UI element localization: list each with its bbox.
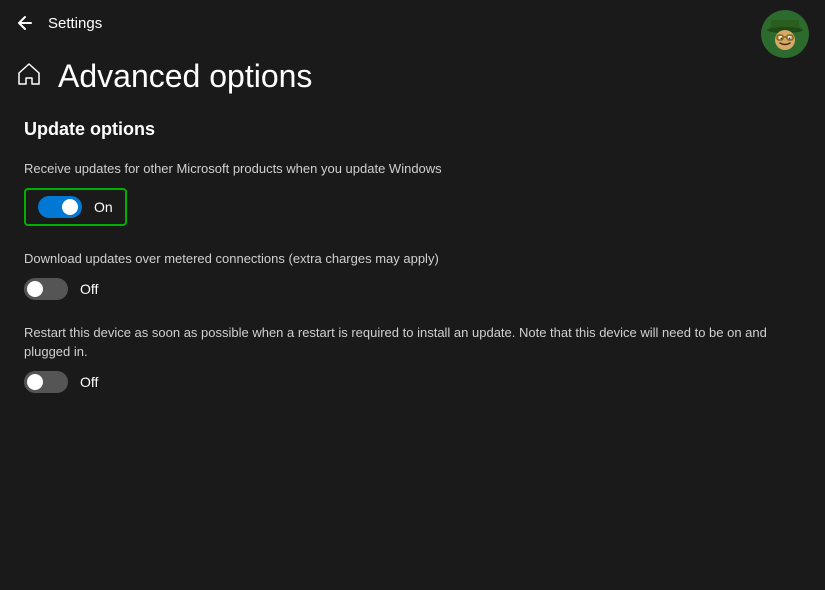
toggle-highlight-receive-updates: On xyxy=(24,188,127,226)
option-restart-description: Restart this device as soon as possible … xyxy=(24,324,801,360)
header: Settings xyxy=(0,0,825,46)
toggle-restart-device[interactable] xyxy=(24,371,68,393)
toggle-row-restart: Off xyxy=(24,371,801,393)
option-receive-updates-description: Receive updates for other Microsoft prod… xyxy=(24,160,801,178)
page-title-area: Advanced options xyxy=(0,46,825,119)
toggle-receive-updates-label: On xyxy=(94,199,113,215)
header-title: Settings xyxy=(48,15,102,32)
toggle-receive-updates[interactable] xyxy=(38,196,82,218)
avatar xyxy=(761,10,809,58)
toggle-metered-connections[interactable] xyxy=(24,278,68,300)
option-receive-updates: Receive updates for other Microsoft prod… xyxy=(24,160,801,226)
section-title: Update options xyxy=(24,119,801,140)
toggle-metered-label: Off xyxy=(80,281,98,297)
back-button[interactable] xyxy=(16,14,34,32)
option-metered-description: Download updates over metered connection… xyxy=(24,250,801,268)
option-metered-connections: Download updates over metered connection… xyxy=(24,250,801,300)
toggle-restart-label: Off xyxy=(80,374,98,390)
option-restart-device: Restart this device as soon as possible … xyxy=(24,324,801,392)
page-title: Advanced options xyxy=(58,58,312,95)
home-icon xyxy=(16,61,42,93)
content: Update options Receive updates for other… xyxy=(0,119,825,393)
toggle-row-metered: Off xyxy=(24,278,801,300)
